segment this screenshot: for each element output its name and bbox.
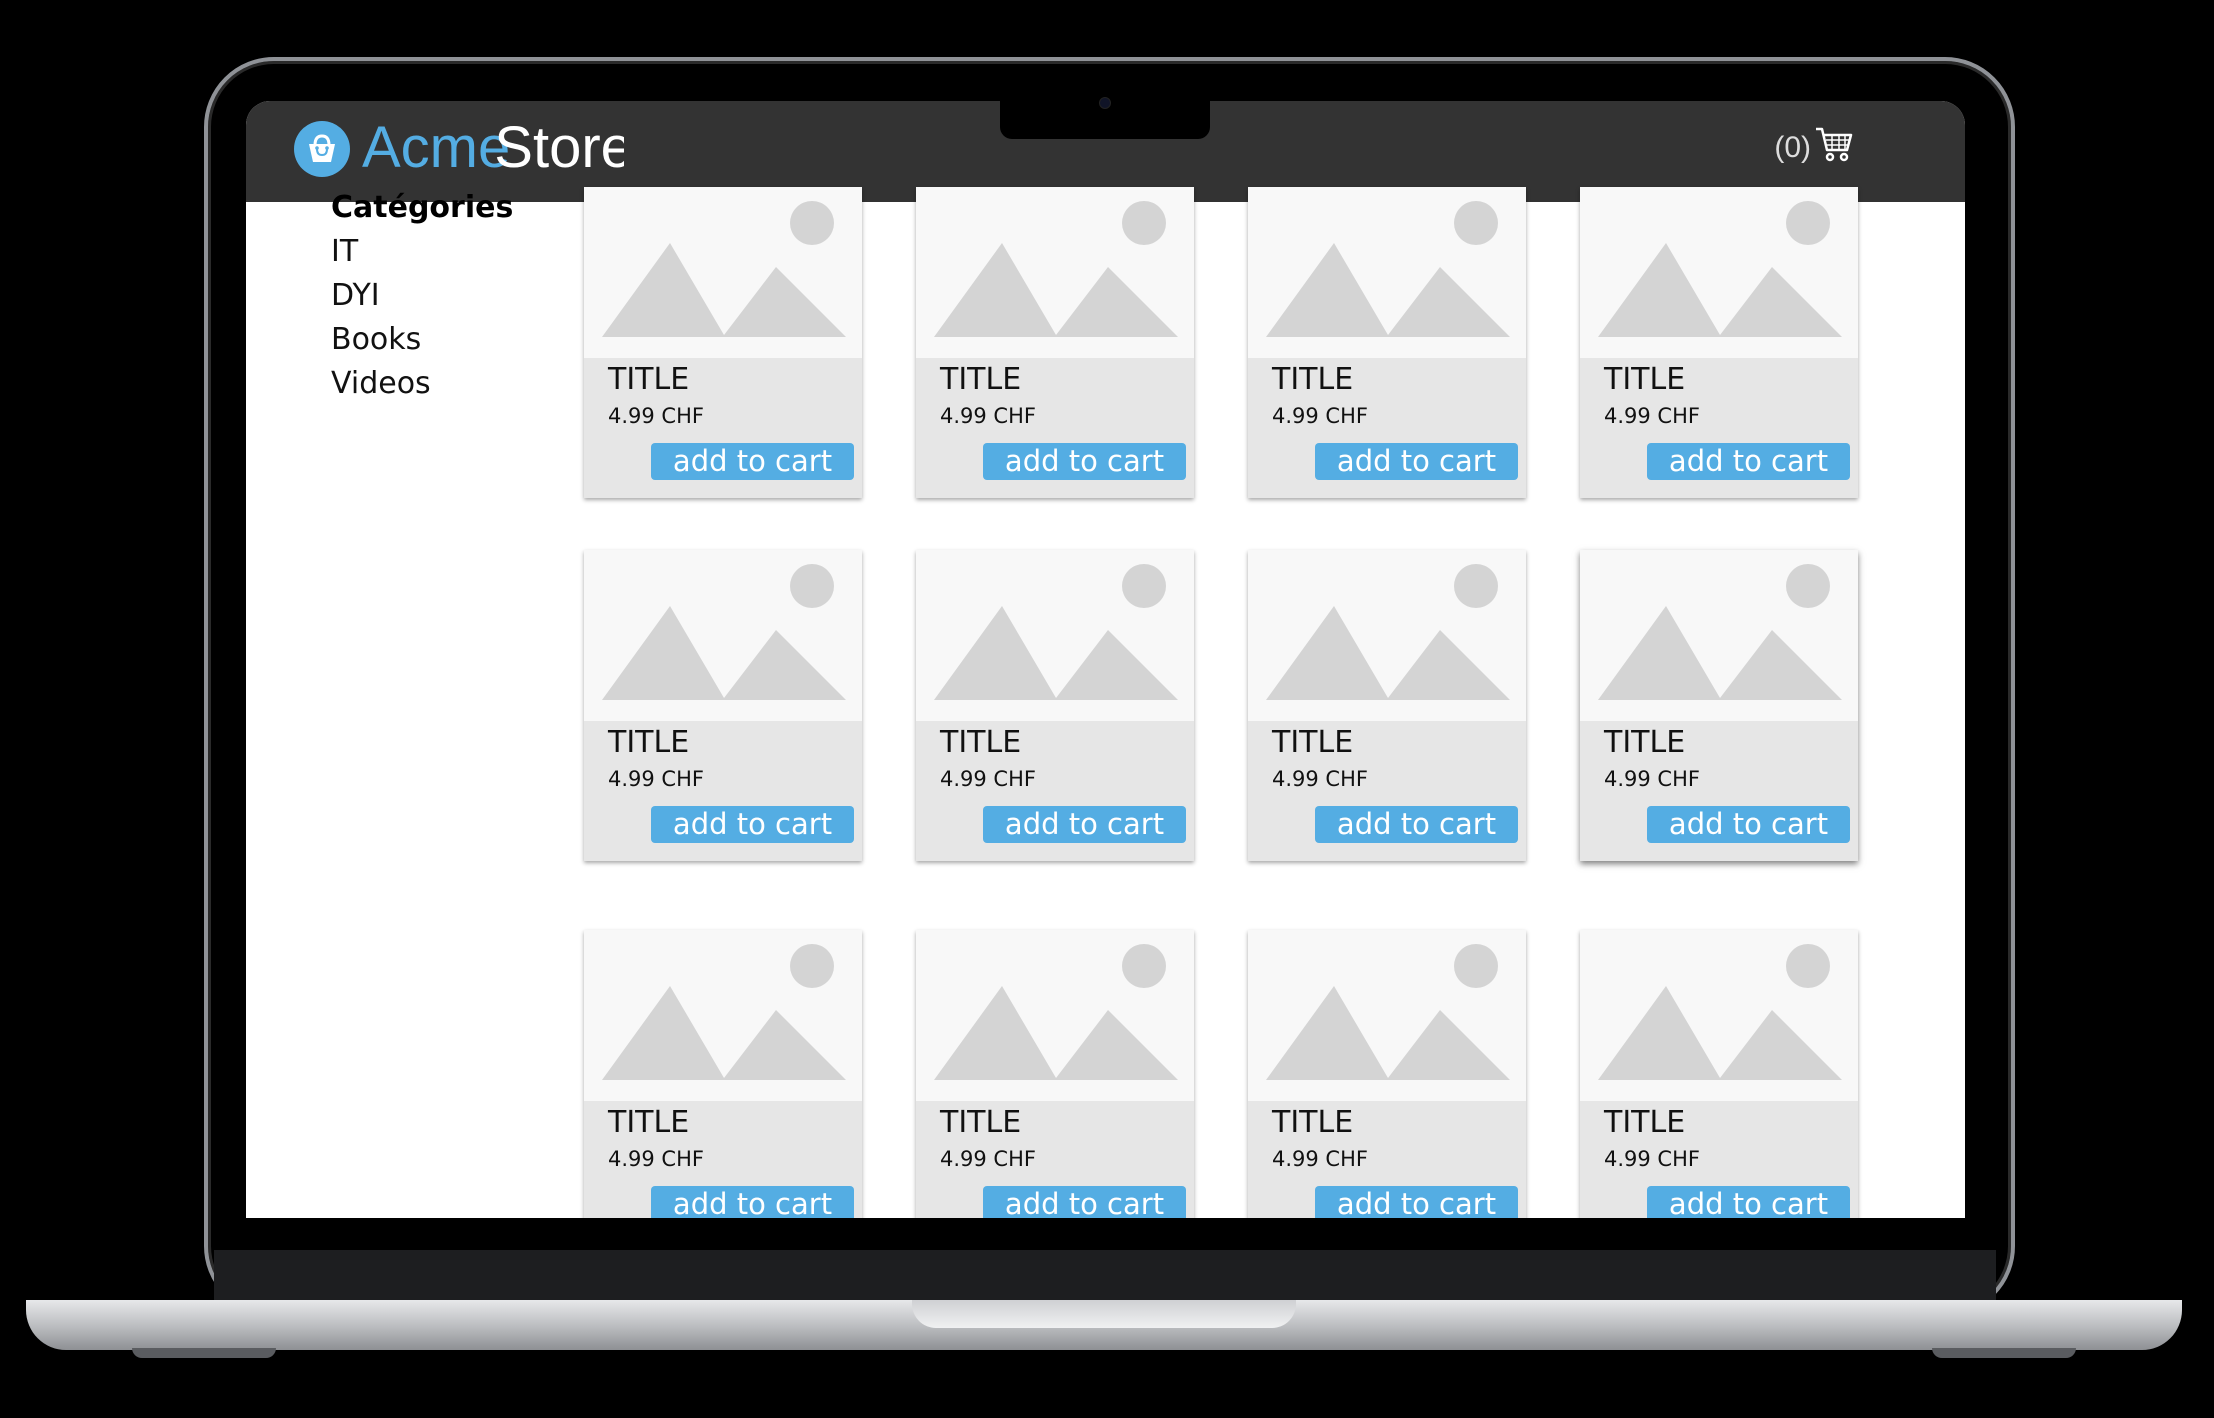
brand-name: AcmeStore [362,118,624,180]
product-title[interactable]: TITLE [1604,723,1685,763]
product-card: TITLE 4.99 CHF add to cart [584,930,862,1218]
add-to-cart-button[interactable]: add to cart [1647,443,1850,480]
image-placeholder-icon [916,550,1194,721]
image-placeholder-icon [1248,187,1526,358]
product-title[interactable]: TITLE [940,360,1021,400]
laptop-foot-left [132,1348,276,1358]
product-card: TITLE 4.99 CHF add to cart [584,550,862,861]
product-card: TITLE 4.99 CHF add to cart [1580,550,1858,861]
categories-heading: Catégories [331,190,514,225]
product-price: 4.99 CHF [608,1147,704,1171]
cart-count: (0) [1774,131,1811,164]
image-placeholder-icon [584,550,862,721]
product-price: 4.99 CHF [1604,404,1700,428]
image-placeholder-icon [1580,930,1858,1101]
add-to-cart-button[interactable]: add to cart [651,806,854,843]
product-title[interactable]: TITLE [1272,1103,1353,1143]
add-to-cart-button[interactable]: add to cart [1315,1186,1518,1218]
product-price: 4.99 CHF [940,1147,1036,1171]
product-title[interactable]: TITLE [608,723,689,763]
add-to-cart-button[interactable]: add to cart [1315,443,1518,480]
product-price: 4.99 CHF [1604,767,1700,791]
product-title[interactable]: TITLE [1604,1103,1685,1143]
brand-name-part2: Store [494,118,624,180]
product-price: 4.99 CHF [1604,1147,1700,1171]
product-title[interactable]: TITLE [940,723,1021,763]
product-title[interactable]: TITLE [1272,360,1353,400]
product-card: TITLE 4.99 CHF add to cart [916,187,1194,498]
categories-list: IT DYI Books Videos [331,230,531,406]
product-card: TITLE 4.99 CHF add to cart [1580,930,1858,1218]
product-price: 4.99 CHF [608,404,704,428]
cart-button[interactable]: (0) [1774,126,1853,170]
product-card: TITLE 4.99 CHF add to cart [916,550,1194,861]
add-to-cart-button[interactable]: add to cart [1647,1186,1850,1218]
product-title[interactable]: TITLE [608,360,689,400]
product-title[interactable]: TITLE [608,1103,689,1143]
product-card: TITLE 4.99 CHF add to cart [916,930,1194,1218]
product-card: TITLE 4.99 CHF add to cart [1248,930,1526,1218]
image-placeholder-icon [916,187,1194,358]
image-placeholder-icon [584,187,862,358]
product-price: 4.99 CHF [940,767,1036,791]
image-placeholder-icon [584,930,862,1101]
add-to-cart-button[interactable]: add to cart [983,806,1186,843]
category-item-dyi[interactable]: DYI [331,274,531,318]
product-title[interactable]: TITLE [1272,723,1353,763]
add-to-cart-button[interactable]: add to cart [651,1186,854,1218]
add-to-cart-button[interactable]: add to cart [1647,806,1850,843]
brand-name-part1: Acme [362,118,511,180]
categories-sidebar: Catégories IT DYI Books Videos [331,186,531,406]
add-to-cart-button[interactable]: add to cart [983,443,1186,480]
image-placeholder-icon [1248,550,1526,721]
product-card: TITLE 4.99 CHF add to cart [1248,550,1526,861]
product-price: 4.99 CHF [608,767,704,791]
image-placeholder-icon [1580,187,1858,358]
category-item-books[interactable]: Books [331,318,531,362]
image-placeholder-icon [1580,550,1858,721]
product-card: TITLE 4.99 CHF add to cart [584,187,862,498]
category-item-videos[interactable]: Videos [331,362,531,406]
cart-icon [1815,126,1853,170]
image-placeholder-icon [916,930,1194,1101]
product-price: 4.99 CHF [940,404,1036,428]
add-to-cart-button[interactable]: add to cart [1315,806,1518,843]
category-item-it[interactable]: IT [331,230,531,274]
add-to-cart-button[interactable]: add to cart [651,443,854,480]
product-price: 4.99 CHF [1272,767,1368,791]
camera-icon [1099,97,1111,109]
add-to-cart-button[interactable]: add to cart [983,1186,1186,1218]
product-price: 4.99 CHF [1272,1147,1368,1171]
laptop-foot-right [1932,1348,2076,1358]
product-card: TITLE 4.99 CHF add to cart [1248,187,1526,498]
product-price: 4.99 CHF [1272,404,1368,428]
laptop-chin [214,1250,1996,1300]
product-title[interactable]: TITLE [940,1103,1021,1143]
image-placeholder-icon [1248,930,1526,1101]
shopping-bag-icon [294,121,350,177]
laptop-opening-notch [912,1300,1296,1328]
screen: AcmeStore (0) Catégories IT DYI Books Vi… [246,101,1965,1218]
brand-logo[interactable]: AcmeStore [294,118,624,180]
product-card: TITLE 4.99 CHF add to cart [1580,187,1858,498]
product-title[interactable]: TITLE [1604,360,1685,400]
